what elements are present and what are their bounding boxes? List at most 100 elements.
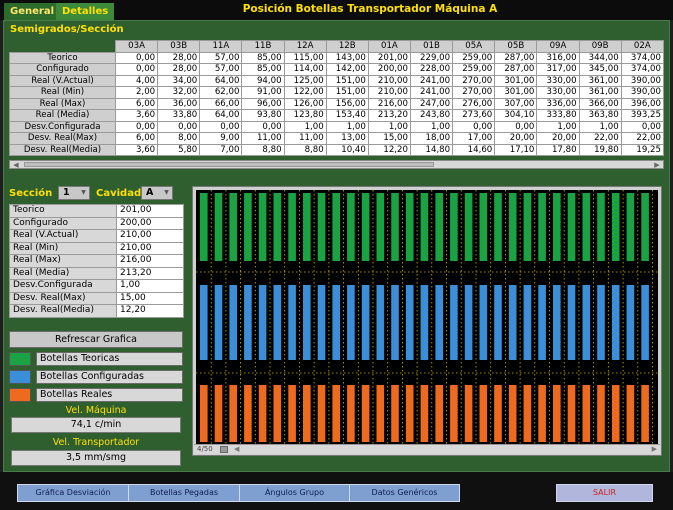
scroll-right-arrow-icon[interactable]: ▶ bbox=[651, 161, 663, 169]
bar-configurada bbox=[347, 285, 355, 360]
table-cell: 213,20 bbox=[367, 109, 411, 122]
tab-general[interactable]: General bbox=[4, 3, 60, 20]
table-cell: 216,00 bbox=[367, 97, 411, 110]
table-cell: 241,00 bbox=[409, 74, 454, 87]
bar-teorica bbox=[244, 193, 252, 261]
bar-configurada bbox=[479, 285, 488, 360]
bar-configurada bbox=[420, 285, 429, 360]
bar-teorica bbox=[420, 193, 429, 261]
table-cell: 0,00 bbox=[199, 120, 243, 133]
bar-configurada bbox=[376, 285, 385, 360]
table-cell: 64,00 bbox=[199, 109, 243, 122]
bar-real bbox=[626, 385, 635, 442]
table-cell: 390,00 bbox=[620, 74, 665, 87]
bar-configurada bbox=[317, 285, 326, 360]
bar-real bbox=[523, 385, 532, 442]
table-cell: 273,60 bbox=[452, 109, 496, 122]
chart-zoom-icon[interactable] bbox=[220, 446, 228, 453]
bar-real bbox=[200, 385, 208, 442]
summary-label: Desv. Real(Media) bbox=[9, 304, 117, 318]
bar-configurada bbox=[450, 285, 458, 360]
summary-label: Configurado bbox=[9, 216, 117, 230]
scroll-thumb[interactable] bbox=[24, 162, 434, 167]
table-cell: 115,00 bbox=[283, 51, 327, 64]
table-cell: 4,00 bbox=[114, 74, 159, 87]
tab-detalles[interactable]: Detalles bbox=[56, 3, 115, 20]
scroll-left-arrow-icon[interactable]: ◀ bbox=[10, 161, 22, 169]
column-header: 12A bbox=[283, 40, 327, 53]
bar-teorica bbox=[288, 193, 296, 261]
table-cell: 36,00 bbox=[157, 97, 201, 110]
table-cell: 96,00 bbox=[241, 97, 285, 110]
datos-genericos-button[interactable]: Datos Genéricos bbox=[349, 484, 460, 502]
row-header: Configurado bbox=[9, 63, 116, 76]
bar-real bbox=[420, 385, 429, 442]
table-cell: 151,00 bbox=[325, 74, 369, 87]
table-cell: 20,00 bbox=[494, 132, 538, 145]
bar-configurada bbox=[303, 285, 311, 360]
summary-row: Configurado 200,00 bbox=[9, 216, 184, 230]
table-cell: 276,00 bbox=[452, 97, 496, 110]
refresh-chart-button[interactable]: Refrescar Grafica bbox=[9, 331, 183, 348]
bar-teorica bbox=[405, 193, 414, 261]
table-cell: 20,00 bbox=[536, 132, 580, 145]
table-cell: 317,00 bbox=[536, 63, 580, 76]
table-cell: 5,80 bbox=[157, 143, 201, 156]
table-cell: 1,00 bbox=[536, 120, 580, 133]
table-cell: 361,00 bbox=[578, 74, 622, 87]
summary-label: Real (Media) bbox=[9, 266, 117, 280]
grafica-desviacion-button[interactable]: Gráfica Desviación bbox=[17, 484, 129, 502]
bar-real bbox=[258, 385, 267, 442]
table-cell: 1,00 bbox=[578, 120, 622, 133]
table-cell: 17,80 bbox=[536, 143, 580, 156]
seccion-select[interactable]: 1 ▼ bbox=[58, 186, 90, 200]
table-cell: 123,80 bbox=[283, 109, 327, 122]
bar-configurada bbox=[611, 285, 620, 360]
chart-hscrollbar[interactable]: 4/50 ◀ ▶ bbox=[194, 444, 660, 454]
semigrados-table: 03A 03B 11A 11B 12A 12B 01A 01B 05A 05B 09A 09B 02A … bbox=[9, 40, 665, 156]
table-cell: 363,80 bbox=[578, 109, 622, 122]
salir-button[interactable]: SALIR bbox=[556, 484, 653, 502]
botellas-pegadas-button[interactable]: Botellas Pegadas bbox=[128, 484, 240, 502]
table-row: Configurado 0,00 28,00 57,00 85,00 114,00 142,… bbox=[9, 63, 665, 76]
bar-teorica bbox=[303, 193, 311, 261]
table-cell: 8,80 bbox=[283, 143, 327, 156]
summary-row: Teorico 201,00 bbox=[9, 204, 184, 218]
summary-label: Desv.Configurada bbox=[9, 279, 117, 293]
table-hscrollbar[interactable]: ◀ ▶ bbox=[9, 160, 664, 169]
column-header: 11B bbox=[241, 40, 285, 53]
page-title: Posición Botellas Transportador Máquina … bbox=[242, 3, 498, 15]
column-header: 05B bbox=[494, 40, 538, 53]
bar-real bbox=[538, 385, 546, 442]
table-cell: 228,00 bbox=[409, 63, 454, 76]
table-cell: 374,00 bbox=[620, 51, 665, 64]
table-cell: 316,00 bbox=[536, 51, 580, 64]
bar-real bbox=[641, 385, 649, 442]
table-cell: 393,25 bbox=[620, 109, 665, 122]
table-cell: 91,00 bbox=[241, 86, 285, 99]
scroll-right-arrow-icon[interactable]: ▶ bbox=[652, 445, 657, 454]
bar-real bbox=[494, 385, 502, 442]
cavidad-select[interactable]: A ▼ bbox=[141, 186, 173, 200]
summary-label: Real (V.Actual) bbox=[9, 229, 117, 243]
table-cell: 396,00 bbox=[620, 97, 665, 110]
row-header: Teorico bbox=[9, 51, 116, 64]
column-header: 03A bbox=[114, 40, 159, 53]
legend-label-teoricas: Botellas Teoricas bbox=[36, 352, 183, 366]
table-cell: 9,00 bbox=[199, 132, 243, 145]
table-cell: 336,00 bbox=[536, 97, 580, 110]
bar-teorica bbox=[376, 193, 385, 261]
angulos-grupo-button[interactable]: Ángulos Grupo bbox=[239, 484, 350, 502]
summary-value: 216,00 bbox=[116, 254, 184, 268]
table-cell: 28,00 bbox=[157, 51, 201, 64]
bar-real bbox=[391, 385, 399, 442]
table-cell: 114,00 bbox=[283, 63, 327, 76]
table-cell: 330,00 bbox=[536, 86, 580, 99]
table-cell: 270,00 bbox=[452, 74, 496, 87]
summary-value: 15,00 bbox=[116, 291, 184, 305]
bar-configurada bbox=[288, 285, 296, 360]
table-cell: 210,00 bbox=[367, 86, 411, 99]
scroll-left-arrow-icon[interactable]: ◀ bbox=[234, 445, 239, 454]
bar-configurada bbox=[523, 285, 532, 360]
cavidad-value: A bbox=[146, 187, 154, 198]
